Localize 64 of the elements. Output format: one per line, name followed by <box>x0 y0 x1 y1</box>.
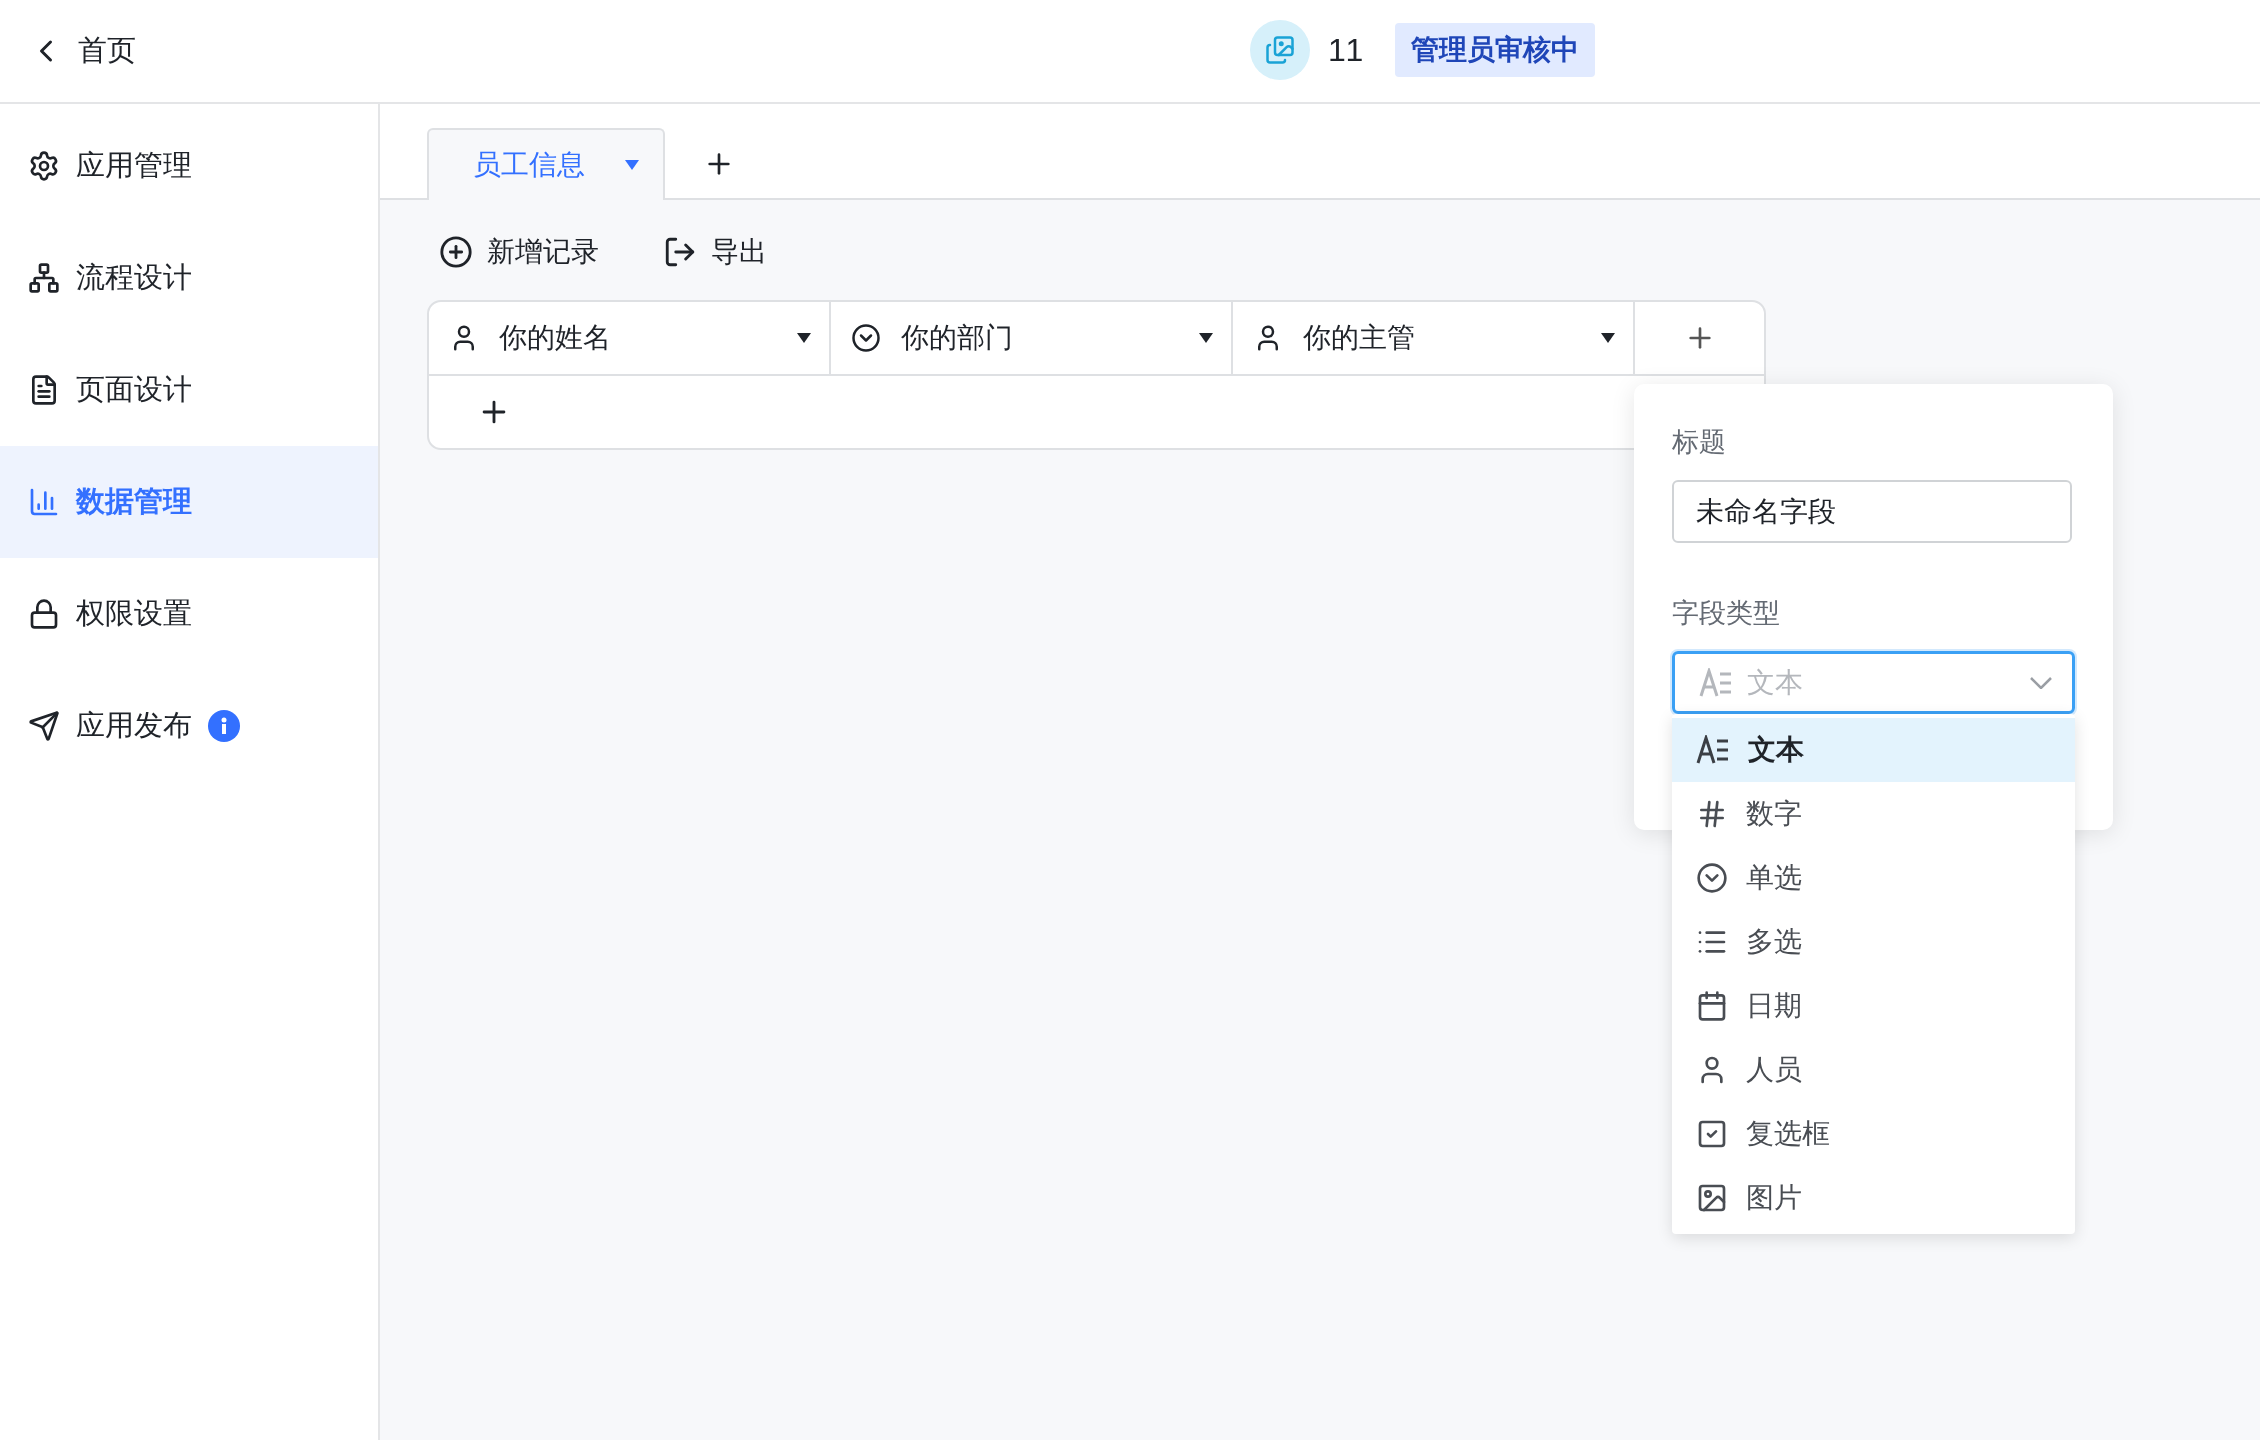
chevron-icon <box>2030 676 2052 689</box>
option-label: 单选 <box>1746 861 1802 895</box>
sidebar-item-label: 页面设计 <box>76 372 192 407</box>
option-label: 文本 <box>1748 733 1804 767</box>
column-header[interactable]: 你的部门 <box>831 302 1233 374</box>
dropdown-option[interactable]: 文本 <box>1672 718 2075 782</box>
status-badge: 管理员审核中 <box>1395 23 1596 77</box>
bar-chart-icon <box>28 486 60 518</box>
sidebar-item-label: 数据管理 <box>76 484 192 519</box>
dropdown-option[interactable]: 复选框 <box>1672 1102 2075 1166</box>
sidebar-item-label: 应用管理 <box>76 148 192 183</box>
sidebar-item-label: 应用发布 <box>76 708 192 743</box>
tab[interactable]: 员工信息 <box>427 128 665 200</box>
sidebar-item[interactable]: 流程设计 <box>0 222 378 334</box>
column-header[interactable]: 你的主管 <box>1233 302 1635 374</box>
gallery-icon <box>1265 35 1295 65</box>
checkbox-icon <box>1696 1118 1728 1150</box>
sidebar-item-label: 权限设置 <box>76 596 192 631</box>
add-icon <box>439 235 473 269</box>
sidebar-item[interactable]: 权限设置 <box>0 558 378 670</box>
count-label: 11 <box>1328 31 1366 69</box>
circle-chevron-icon <box>1696 862 1728 894</box>
dropdown-option[interactable]: 数字 <box>1672 782 2075 846</box>
caret-icon <box>625 160 639 170</box>
circle-chevron-icon <box>851 323 881 353</box>
text-type-icon <box>1696 735 1730 765</box>
option-label: 人员 <box>1746 1053 1802 1087</box>
tab-label: 员工信息 <box>473 148 585 182</box>
sidebar-item-label: 流程设计 <box>76 260 192 295</box>
option-label: 数字 <box>1746 797 1802 831</box>
sidebar-item[interactable]: 应用管理 <box>0 110 378 222</box>
option-label: 图片 <box>1746 1181 1802 1215</box>
sidebar-item[interactable]: 应用发布 <box>0 670 378 782</box>
option-label: 日期 <box>1746 989 1802 1023</box>
back-link[interactable]: 首页 <box>28 31 136 71</box>
dropdown-option[interactable]: 日期 <box>1672 974 2075 1038</box>
paper-plane-icon <box>28 710 60 742</box>
column-title: 你的姓名 <box>499 321 612 355</box>
dropdown-option[interactable]: 人员 <box>1672 1038 2075 1102</box>
column-header[interactable]: 你的姓名 <box>429 302 831 374</box>
image-icon <box>1696 1182 1728 1214</box>
caret-icon <box>1199 333 1213 343</box>
sidebar-item[interactable]: 数据管理 <box>0 446 378 558</box>
hierarchy-icon <box>28 262 60 294</box>
option-label: 复选框 <box>1746 1117 1830 1151</box>
text-type-icon <box>1699 667 1733 698</box>
settings-icon <box>28 150 60 182</box>
column-title: 你的部门 <box>901 321 1014 355</box>
lock-icon <box>28 598 60 630</box>
toolbar-button[interactable]: 导出 <box>663 233 767 271</box>
dropdown-option[interactable]: 多选 <box>1672 910 2075 974</box>
sidebar-item[interactable]: 页面设计 <box>0 334 378 446</box>
dropdown-option[interactable]: 图片 <box>1672 1166 2075 1230</box>
field-label: 标题 <box>1672 426 1727 459</box>
toolbar-button[interactable]: 新增记录 <box>439 233 599 271</box>
column-title: 你的主管 <box>1303 321 1416 355</box>
field-label: 字段类型 <box>1672 597 1781 630</box>
export-icon <box>663 235 697 269</box>
title-input[interactable]: 未命名字段 <box>1672 480 2072 543</box>
dropdown-option[interactable]: 单选 <box>1672 846 2075 910</box>
option-label: 多选 <box>1746 925 1802 959</box>
caret-icon <box>797 333 811 343</box>
caret-icon <box>1601 333 1615 343</box>
calendar-icon <box>1696 990 1728 1022</box>
